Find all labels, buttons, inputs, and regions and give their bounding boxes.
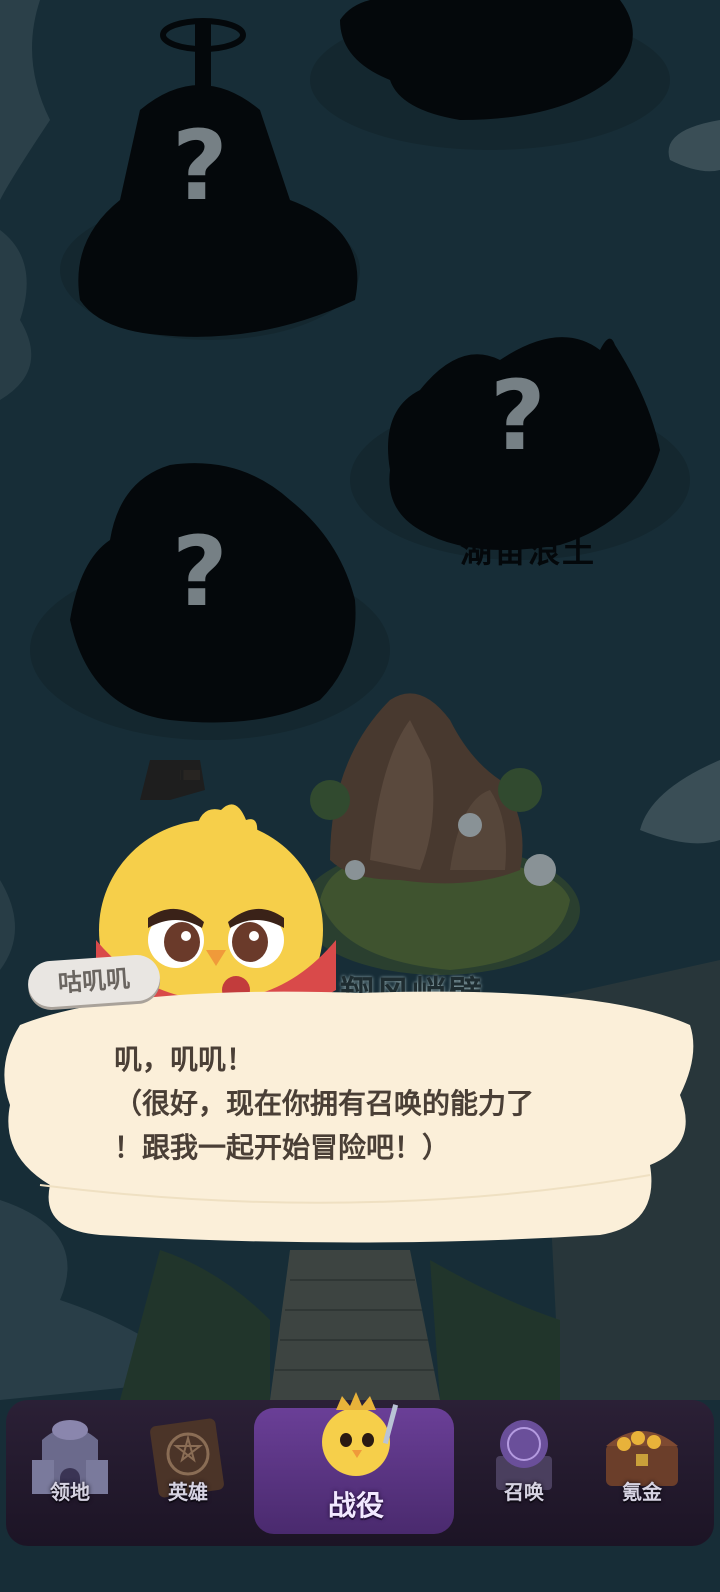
chick-king-icon	[322, 1392, 399, 1476]
dialog-text: 叽，叽叽！ （很好，现在你拥有召唤的能力了 ！跟我一起开始冒险吧！）	[114, 1043, 535, 1164]
nav-label: 英雄	[168, 1480, 208, 1504]
nav-label: 召唤	[504, 1480, 544, 1504]
locked-stage-question-mark: ?	[172, 516, 228, 628]
locked-stage-question-mark: ?	[490, 360, 546, 472]
nav-item-summon[interactable]: 召唤	[466, 1410, 582, 1530]
nav-label-active: 战役	[327, 1489, 384, 1522]
speaker-nameplate: 咕叽叽	[26, 953, 162, 1009]
nav-item-heroes[interactable]: 英雄	[130, 1410, 246, 1530]
nav-item-shop[interactable]: 氪金	[584, 1410, 700, 1530]
nav-label: 领地	[50, 1480, 90, 1504]
nav-item-campaign[interactable]: 战役	[296, 1392, 416, 1530]
locked-stage-label: 湖宙浪土	[460, 532, 597, 570]
locked-stage-question-mark: ?	[172, 110, 228, 222]
nav-label: 氪金	[622, 1480, 662, 1504]
nav-item-territory[interactable]: 领地	[12, 1410, 128, 1530]
locked-stage-silhouette[interactable]	[310, 0, 670, 150]
bottom-nav: 领地 英雄 战役 召唤 氪金	[0, 1392, 720, 1592]
